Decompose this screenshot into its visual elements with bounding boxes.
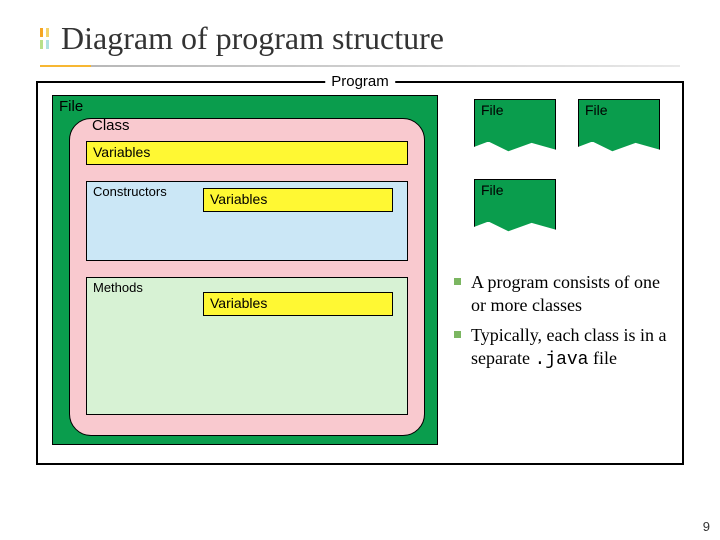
file-tab-label: File [481,182,504,198]
constructors-box: Constructors Variables [86,181,408,261]
file-tab: File [474,99,556,155]
constructor-variables-box: Variables [203,188,393,212]
title-bar: Diagram of program structure [0,0,720,65]
methods-label: Methods [93,280,143,295]
list-item: A program consists of one or more classe… [454,271,678,316]
bullet-icon [454,278,461,285]
bullet-code: .java [534,350,588,370]
file-tab: File [474,179,556,235]
class-variables-box: Variables [86,141,408,165]
slide-title: Diagram of program structure [61,20,444,57]
page-number: 9 [703,519,710,534]
program-label: Program [325,73,395,90]
program-frame: Program File Class Variables Constructor… [36,81,684,465]
method-variables-box: Variables [203,292,393,316]
bullet-text: Typically, each class is in a separate .… [471,324,678,371]
file-label: File [59,98,83,115]
class-label: Class [92,117,130,134]
class-block: Class Variables Constructors Variables M… [69,118,425,436]
bullet-list: A program consists of one or more classe… [454,271,678,379]
methods-box: Methods Variables [86,277,408,415]
list-item: Typically, each class is in a separate .… [454,324,678,371]
title-accent-icon [40,28,49,49]
bullet-icon [454,331,461,338]
bullet-post: file [588,348,617,368]
title-underline [40,65,680,67]
file-tab: File [578,99,660,155]
bullet-text: A program consists of one or more classe… [471,271,678,316]
file-tab-label: File [481,102,504,118]
constructors-label: Constructors [93,184,167,199]
file-tab-label: File [585,102,608,118]
file-block-main: File Class Variables Constructors Variab… [52,95,438,445]
